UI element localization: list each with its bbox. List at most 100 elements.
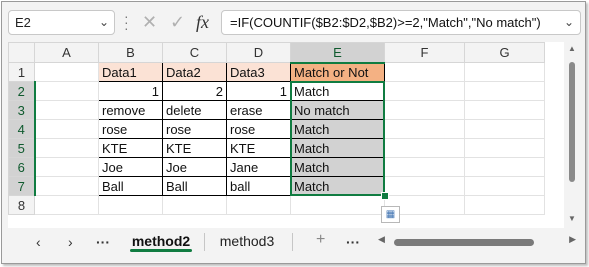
scroll-right-icon[interactable]: ▶ <box>569 234 576 245</box>
cell-e7[interactable]: Match <box>290 176 385 196</box>
cell-d2[interactable]: 1 <box>226 81 291 101</box>
column-header-f[interactable]: F <box>384 42 465 63</box>
cell-a1[interactable] <box>34 62 99 82</box>
cell-b6[interactable]: Joe <box>98 157 163 177</box>
cell-e8[interactable] <box>290 195 385 215</box>
cell-g2[interactable] <box>464 81 545 101</box>
cell-c7[interactable]: Ball <box>162 176 227 196</box>
cell-a8[interactable] <box>34 195 99 215</box>
column-header-b[interactable]: B <box>98 42 163 63</box>
cell-c8[interactable] <box>162 195 227 215</box>
cell-e3[interactable]: No match <box>290 100 385 120</box>
previous-sheet-icon[interactable]: ‹ <box>36 234 41 250</box>
cell-c2[interactable]: 2 <box>162 81 227 101</box>
cell-c1[interactable]: Data2 <box>162 62 227 82</box>
cell-a3[interactable] <box>34 100 99 120</box>
row-header[interactable]: 4 <box>8 119 36 139</box>
scroll-down-icon[interactable]: ▼ <box>568 214 576 223</box>
cell-g4[interactable] <box>464 119 545 139</box>
cell-g1[interactable] <box>464 62 545 82</box>
cell-b1[interactable]: Data1 <box>98 62 163 82</box>
tab-method2[interactable]: method2 <box>122 228 200 254</box>
row-header[interactable]: 2 <box>8 81 36 101</box>
cell-d8[interactable] <box>226 195 291 215</box>
row-header[interactable]: 6 <box>8 157 36 177</box>
cell-g6[interactable] <box>464 157 545 177</box>
cell-c6[interactable]: Joe <box>162 157 227 177</box>
horizontal-scrollbar[interactable]: ◀ ▶ <box>378 234 576 248</box>
worksheet-grid[interactable]: A B C D E F G 1 Data1 Data2 Data3 Match or Not 2 1 2 1 M… <box>8 42 564 228</box>
excel-window: E2 ⌄ · · · ✕ ✓ fx =IF(COUNTIF($B2:$D2,$B2)… <box>1 1 586 264</box>
row-header[interactable]: 7 <box>8 176 36 196</box>
cell-f1[interactable] <box>384 62 465 82</box>
cell-e5[interactable]: Match <box>290 138 385 158</box>
name-box-value: E2 <box>15 15 31 30</box>
more-sheets-icon[interactable]: ··· <box>96 234 110 250</box>
row-header[interactable]: 8 <box>8 195 35 215</box>
chevron-down-icon[interactable]: ⌄ <box>99 11 109 34</box>
cell-a5[interactable] <box>34 138 99 158</box>
tab-method3[interactable]: method3 <box>208 228 286 254</box>
cell-b8[interactable] <box>98 195 163 215</box>
select-all-corner[interactable] <box>8 42 35 63</box>
cell-d4[interactable]: rose <box>226 119 291 139</box>
fill-handle[interactable] <box>380 191 389 200</box>
more-vertical-icon[interactable]: · · · <box>124 9 129 35</box>
cell-g7[interactable] <box>464 176 545 196</box>
cell-c3[interactable]: delete <box>162 100 227 120</box>
next-sheet-icon[interactable]: › <box>68 234 73 250</box>
cell-a4[interactable] <box>34 119 99 139</box>
cell-b5[interactable]: KTE <box>98 138 163 158</box>
cell-b2[interactable]: 1 <box>98 81 163 101</box>
sheet-row: 8 <box>8 195 545 215</box>
cell-d7[interactable]: ball <box>226 176 291 196</box>
cell-d1[interactable]: Data3 <box>226 62 291 82</box>
cell-b7[interactable]: Ball <box>98 176 163 196</box>
vertical-scrollbar[interactable]: ▲ ▼ <box>565 42 579 228</box>
more-options-icon[interactable]: ··· <box>346 234 360 250</box>
quick-analysis-icon[interactable]: ▦ <box>381 206 400 223</box>
cell-c5[interactable]: KTE <box>162 138 227 158</box>
cell-a2[interactable] <box>34 81 99 101</box>
column-header-d[interactable]: D <box>226 42 291 63</box>
cell-d3[interactable]: erase <box>226 100 291 120</box>
cell-g3[interactable] <box>464 100 545 120</box>
column-header-e[interactable]: E <box>290 42 385 64</box>
cell-f4[interactable] <box>384 119 465 139</box>
cell-e4[interactable]: Match <box>290 119 385 139</box>
cell-c4[interactable]: rose <box>162 119 227 139</box>
row-header[interactable]: 1 <box>8 62 35 82</box>
cell-d5[interactable]: KTE <box>226 138 291 158</box>
cell-e6[interactable]: Match <box>290 157 385 177</box>
column-header-a[interactable]: A <box>34 42 99 63</box>
cell-b4[interactable]: rose <box>98 119 163 139</box>
vertical-scroll-thumb[interactable] <box>569 62 575 182</box>
column-header-g[interactable]: G <box>464 42 545 63</box>
cell-f7[interactable] <box>384 176 465 196</box>
insert-function-icon[interactable]: fx <box>196 12 209 33</box>
cell-f3[interactable] <box>384 100 465 120</box>
chevron-down-icon[interactable]: ⌄ <box>563 11 574 34</box>
cell-a7[interactable] <box>34 176 99 196</box>
scroll-left-icon[interactable]: ◀ <box>378 234 385 245</box>
row-header[interactable]: 3 <box>8 100 36 120</box>
cancel-icon[interactable]: ✕ <box>142 12 157 33</box>
cell-f6[interactable] <box>384 157 465 177</box>
cell-f5[interactable] <box>384 138 465 158</box>
formula-input[interactable]: =IF(COUNTIF($B2:$D2,$B2)>=2,"Match","No … <box>221 10 581 35</box>
name-box[interactable]: E2 ⌄ <box>8 10 115 35</box>
column-header-c[interactable]: C <box>162 42 227 63</box>
cell-e1[interactable]: Match or Not <box>290 62 385 82</box>
cell-g5[interactable] <box>464 138 545 158</box>
row-header[interactable]: 5 <box>8 138 36 158</box>
cell-a6[interactable] <box>34 157 99 177</box>
cell-g8[interactable] <box>464 195 545 215</box>
add-sheet-icon[interactable]: + <box>316 231 325 249</box>
enter-icon[interactable]: ✓ <box>170 12 185 33</box>
cell-e2[interactable]: Match <box>290 81 385 101</box>
cell-d6[interactable]: Jane <box>226 157 291 177</box>
cell-f2[interactable] <box>384 81 465 101</box>
horizontal-scroll-thumb[interactable] <box>394 239 534 246</box>
cell-b3[interactable]: remove <box>98 100 163 120</box>
scroll-up-icon[interactable]: ▲ <box>568 44 576 53</box>
